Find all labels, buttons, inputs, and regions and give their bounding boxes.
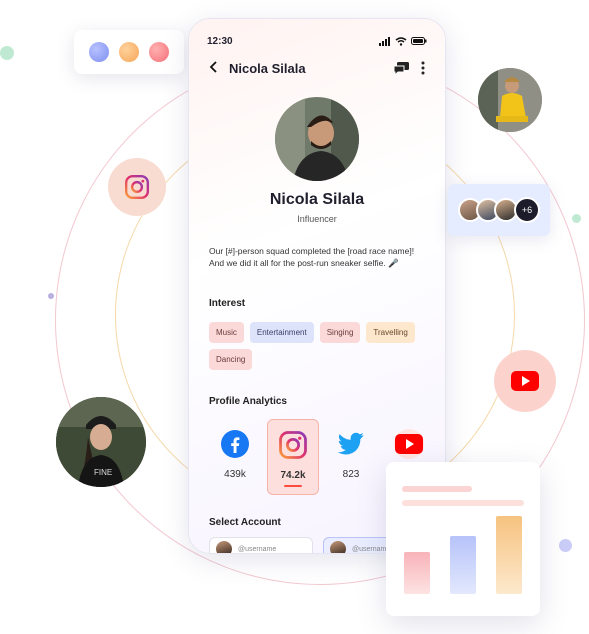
decor-dot-lavender	[559, 539, 572, 552]
profile-bio: Our [#]-person squad completed the [road…	[209, 246, 415, 268]
header-title: Nicola Silala	[229, 60, 306, 76]
interest-tag[interactable]: Dancing	[209, 349, 253, 370]
youtube-icon	[394, 429, 424, 459]
account-option[interactable]: @username	[209, 537, 313, 553]
instagram-icon	[278, 430, 308, 460]
back-arrow-icon[interactable]	[209, 60, 225, 76]
account-avatar	[330, 541, 346, 553]
chat-icon[interactable]	[394, 61, 409, 75]
twitter-icon	[336, 429, 366, 459]
interest-tag[interactable]: Singing	[319, 322, 361, 343]
account-handle: @username	[238, 545, 277, 553]
status-time: 12:30	[207, 35, 233, 47]
header-actions	[394, 61, 425, 75]
analytics-item-facebook[interactable]: 439k	[209, 419, 261, 495]
person-illustration: FINE	[56, 397, 146, 487]
profile-role: Influencer	[297, 214, 337, 224]
instagram-bubble	[108, 158, 166, 216]
chart-bars	[404, 516, 522, 594]
interest-tag[interactable]: Entertainment	[249, 322, 314, 343]
profile-avatar[interactable]	[275, 97, 359, 181]
interest-tags: Music Entertainment Singing Travelling Danci…	[209, 322, 425, 370]
swatch-blue[interactable]	[89, 42, 109, 62]
analytics-item-twitter[interactable]: 823	[325, 419, 377, 495]
account-avatar	[216, 541, 232, 553]
creator-avatar-yellow[interactable]	[478, 68, 542, 132]
interest-tag[interactable]: Music	[209, 322, 244, 343]
more-options-icon[interactable]	[421, 61, 425, 75]
interest-title: Interest	[209, 298, 246, 309]
youtube-bubble	[494, 350, 556, 412]
analytics-value: 74.2k	[280, 470, 306, 481]
signal-icon	[379, 36, 390, 46]
analytics-title: Profile Analytics	[209, 396, 287, 407]
select-account-title: Select Account	[209, 517, 281, 528]
swatch-red[interactable]	[149, 42, 169, 62]
analytics-item-instagram[interactable]: 74.2k	[267, 419, 319, 495]
color-palette-card	[74, 30, 184, 74]
decor-dot-purple	[48, 293, 54, 299]
person-illustration	[275, 97, 359, 181]
profile-header: Nicola Silala	[209, 57, 425, 79]
analytics-value: 823	[342, 469, 360, 480]
active-underline	[284, 485, 302, 487]
swatch-orange[interactable]	[119, 42, 139, 62]
person-illustration	[478, 68, 542, 132]
status-bar: 12:30	[207, 33, 427, 49]
youtube-icon	[511, 371, 539, 391]
instagram-icon	[124, 174, 150, 200]
facebook-icon	[220, 429, 250, 459]
decor-dot-green	[0, 46, 14, 60]
account-handle: @username	[352, 545, 391, 553]
chart-bar	[496, 516, 522, 594]
interest-tag[interactable]: Travelling	[366, 322, 415, 343]
followers-group-card[interactable]: +6	[448, 184, 550, 236]
profile-name: Nicola Silala	[269, 191, 365, 208]
chart-preview-card	[386, 462, 540, 616]
analytics-value: 439k	[224, 469, 246, 480]
decor-dot-green-right	[572, 214, 581, 223]
chart-bar	[404, 552, 430, 594]
svg-text:FINE: FINE	[94, 468, 112, 477]
more-followers-badge: +6	[514, 197, 540, 223]
battery-icon	[411, 37, 427, 45]
creator-avatar-beanie[interactable]: FINE	[56, 397, 146, 487]
chart-bar	[450, 536, 476, 594]
wifi-icon	[395, 36, 407, 46]
status-icons	[379, 36, 427, 46]
